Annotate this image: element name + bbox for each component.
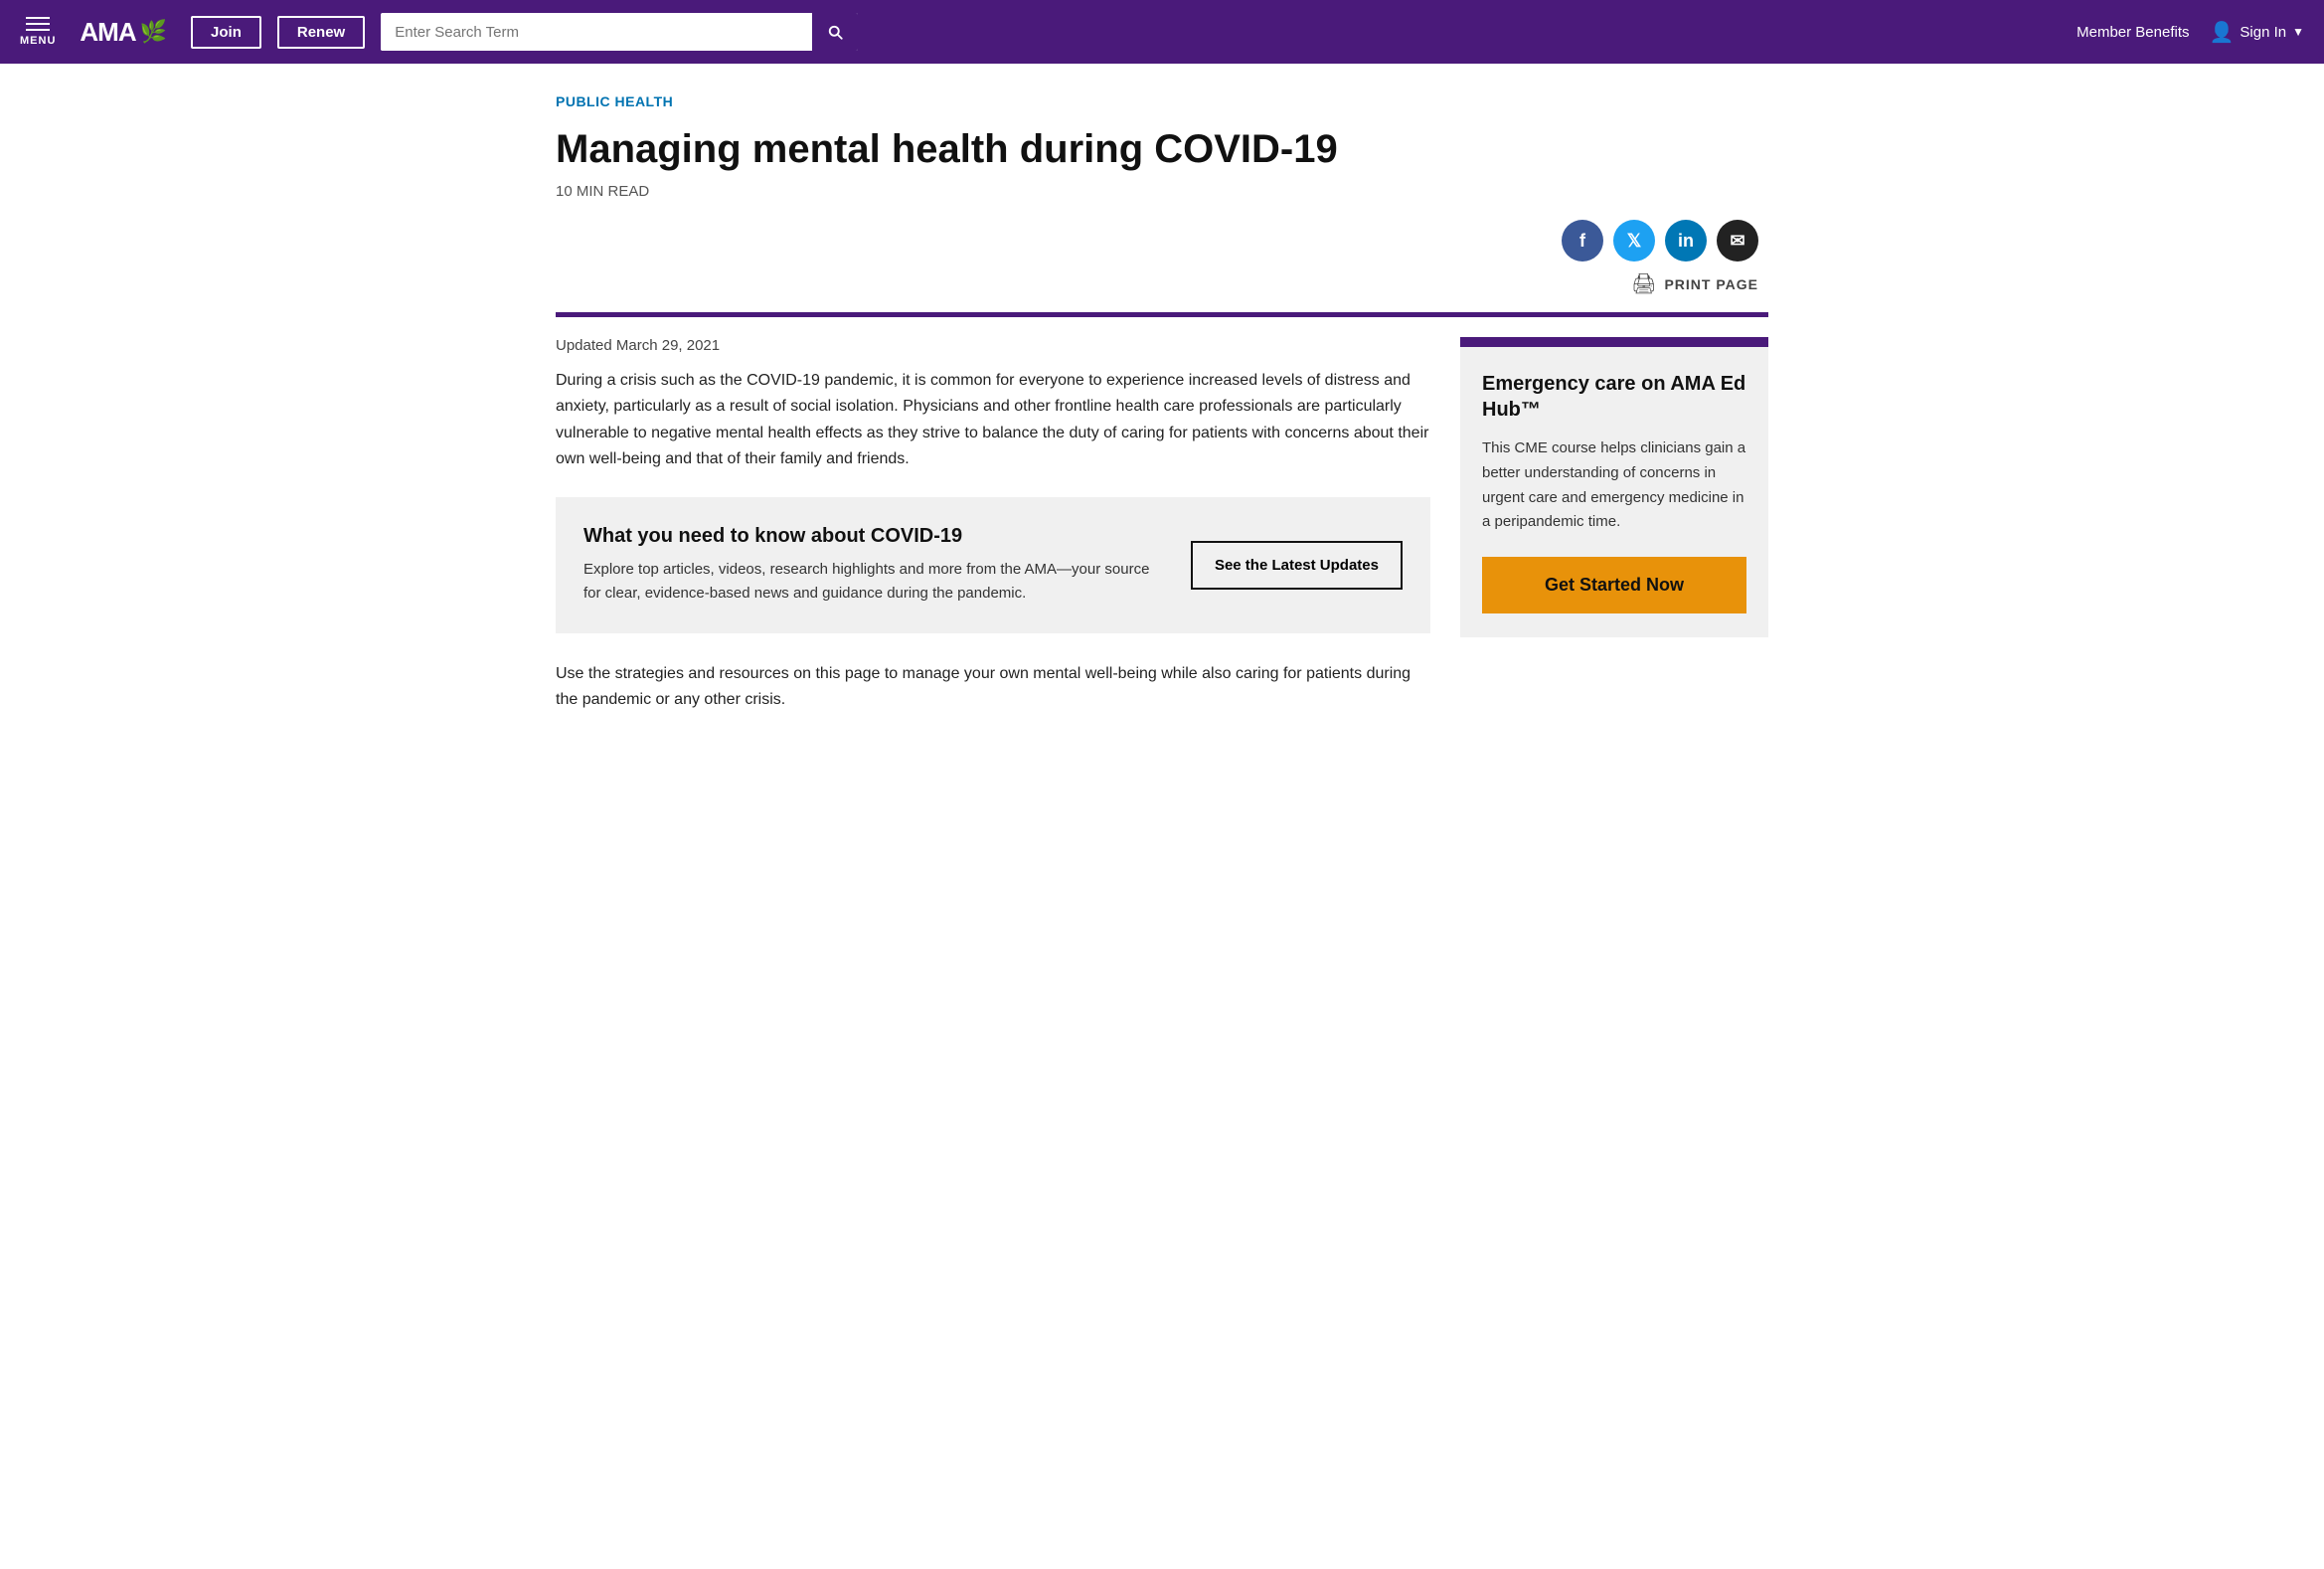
linkedin-icon: in — [1678, 231, 1694, 252]
get-started-now-button[interactable]: Get Started Now — [1482, 557, 1746, 613]
print-row: 🖨 PRINT PAGE — [556, 271, 1768, 296]
sidebar-card-description: This CME course helps clinicians gain a … — [1482, 436, 1746, 535]
share-buttons-row: f 𝕏 in ✉ — [556, 220, 1768, 262]
covid-box-body: Explore top articles, videos, research h… — [583, 558, 1163, 606]
hamburger-line-1 — [26, 17, 50, 19]
search-bar — [381, 13, 858, 51]
hamburger-line-3 — [26, 29, 50, 31]
sidebar-column: Emergency care on AMA Ed Hub™ This CME c… — [1460, 337, 1768, 637]
covid-box-text: What you need to know about COVID-19 Exp… — [583, 525, 1163, 606]
hamburger-menu[interactable]: MENU — [20, 17, 56, 47]
page-content: PUBLIC HEALTH Managing mental health dur… — [516, 64, 1808, 753]
renew-button[interactable]: Renew — [277, 16, 365, 49]
search-button[interactable] — [812, 13, 858, 51]
twitter-icon: 𝕏 — [1627, 231, 1642, 252]
ama-logo-emblem: 🌿 — [140, 19, 167, 45]
sign-in-label: Sign In — [2240, 24, 2286, 41]
bottom-article-paragraph: Use the strategies and resources on this… — [556, 661, 1430, 714]
print-page-button[interactable]: PRINT PAGE — [1664, 276, 1758, 292]
article-title: Managing mental health during COVID-19 — [556, 125, 1768, 173]
purple-divider — [556, 312, 1768, 317]
email-icon: ✉ — [1730, 231, 1744, 252]
two-column-layout: Updated March 29, 2021 During a crisis s… — [556, 337, 1768, 713]
emergency-care-card: Emergency care on AMA Ed Hub™ This CME c… — [1460, 337, 1768, 637]
hamburger-line-2 — [26, 23, 50, 25]
menu-label: MENU — [20, 35, 56, 47]
member-benefits-link[interactable]: Member Benefits — [2076, 24, 2189, 41]
updated-date: Updated March 29, 2021 — [556, 337, 1430, 354]
search-input[interactable] — [381, 14, 812, 51]
facebook-share-button[interactable]: f — [1562, 220, 1603, 262]
search-icon — [826, 23, 844, 41]
sidebar-card-body: Emergency care on AMA Ed Hub™ This CME c… — [1460, 347, 1768, 637]
printer-icon: 🖨 — [1631, 271, 1656, 296]
sidebar-card-title: Emergency care on AMA Ed Hub™ — [1482, 371, 1746, 423]
ama-logo[interactable]: AMA 🌿 — [80, 17, 167, 48]
main-column: Updated March 29, 2021 During a crisis s… — [556, 337, 1430, 713]
twitter-share-button[interactable]: 𝕏 — [1613, 220, 1655, 262]
ama-logo-text: AMA — [80, 17, 135, 48]
navbar-right: Member Benefits 👤 Sign In ▼ — [2076, 20, 2304, 45]
navbar: MENU AMA 🌿 Join Renew Member Benefits 👤 … — [0, 0, 2324, 64]
covid-info-box: What you need to know about COVID-19 Exp… — [556, 497, 1430, 633]
dropdown-arrow-icon: ▼ — [2292, 25, 2304, 39]
see-latest-updates-button[interactable]: See the Latest Updates — [1191, 541, 1403, 590]
linkedin-share-button[interactable]: in — [1665, 220, 1707, 262]
facebook-icon: f — [1579, 231, 1585, 252]
email-share-button[interactable]: ✉ — [1717, 220, 1758, 262]
read-time: 10 MIN READ — [556, 183, 1768, 200]
article-body-paragraph: During a crisis such as the COVID-19 pan… — [556, 368, 1430, 473]
user-icon: 👤 — [2210, 20, 2235, 45]
covid-box-title: What you need to know about COVID-19 — [583, 525, 1163, 548]
sign-in-area[interactable]: 👤 Sign In ▼ — [2210, 20, 2305, 45]
sidebar-card-header-bar — [1460, 337, 1768, 347]
join-button[interactable]: Join — [191, 16, 261, 49]
category-breadcrumb[interactable]: PUBLIC HEALTH — [556, 93, 1768, 109]
